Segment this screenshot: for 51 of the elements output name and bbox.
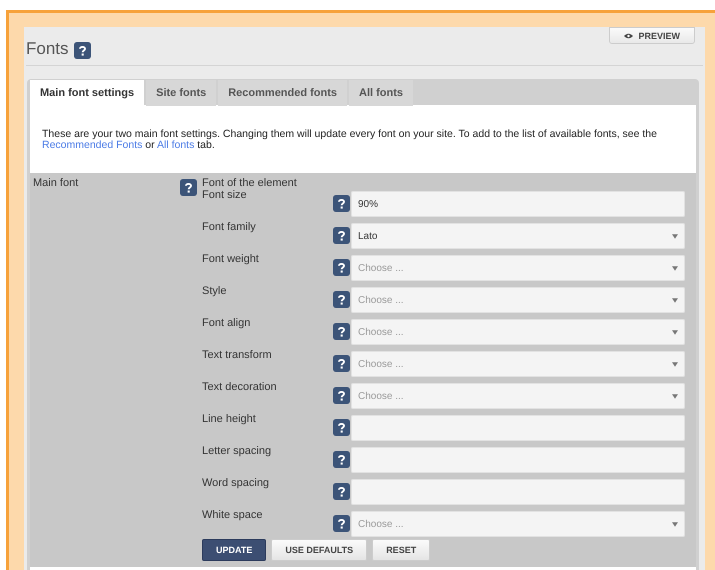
help-icon[interactable] <box>333 451 350 468</box>
help-icon[interactable] <box>74 42 91 58</box>
help-icon[interactable] <box>333 291 350 308</box>
help-icon[interactable] <box>333 387 350 404</box>
action-button[interactable]: RESET <box>372 539 430 561</box>
field-label: Text decoration <box>202 381 278 393</box>
field-label: Word spacing <box>202 477 270 489</box>
input-field[interactable] <box>351 447 685 473</box>
help-icon[interactable] <box>180 179 197 196</box>
input-field[interactable] <box>351 415 685 441</box>
field-label: Line height <box>202 413 257 425</box>
section-heading: Font of the element <box>202 177 298 189</box>
field-label: Font family <box>202 221 257 233</box>
caret-icon <box>672 266 678 270</box>
preview-button[interactable]: PREVIEW <box>609 27 695 44</box>
help-icon[interactable] <box>333 483 350 500</box>
caret-icon <box>672 298 678 302</box>
tab[interactable]: Site fonts <box>146 80 216 106</box>
field-label: Font align <box>202 317 252 329</box>
caret-icon <box>672 362 678 366</box>
input-field[interactable] <box>351 479 685 505</box>
field-label: Font weight <box>202 253 260 265</box>
field-label: Text transform <box>202 349 273 361</box>
intro-text: These are your two main font settings. Changing them will update every font on your site. To add to the list of available fonts, see the Recommended Fonts or All fonts tab. <box>42 129 658 151</box>
help-icon[interactable] <box>333 355 350 372</box>
field-label: Style <box>202 285 228 297</box>
tab[interactable]: Main font settings <box>30 80 144 106</box>
update-button[interactable]: UPDATE <box>202 539 266 561</box>
field-label: Letter spacing <box>202 445 272 457</box>
caret-icon <box>672 234 678 238</box>
all-fonts-link[interactable]: All fonts <box>156 139 194 151</box>
input-field[interactable]: 90% <box>351 191 685 217</box>
caret-icon <box>672 522 678 526</box>
action-button[interactable]: USE DEFAULTS <box>271 539 368 561</box>
tab[interactable]: Recommended fonts <box>218 80 348 106</box>
help-icon[interactable] <box>333 259 350 276</box>
section-label: Main font <box>32 177 80 191</box>
select-field[interactable]: Lato <box>351 223 685 249</box>
field-label: Font size <box>202 189 248 201</box>
help-icon[interactable] <box>333 515 350 532</box>
caret-icon <box>672 394 678 398</box>
help-icon[interactable] <box>333 227 350 244</box>
field-label: White space <box>202 509 264 521</box>
eye-icon <box>624 32 634 38</box>
page-title: Fonts <box>26 39 69 59</box>
help-icon[interactable] <box>333 419 350 436</box>
recommended-fonts-link[interactable]: Recommended Fonts <box>42 139 142 151</box>
caret-icon <box>672 330 678 334</box>
tab[interactable]: All fonts <box>349 80 414 106</box>
help-icon[interactable] <box>333 323 350 340</box>
help-icon[interactable] <box>333 195 350 212</box>
